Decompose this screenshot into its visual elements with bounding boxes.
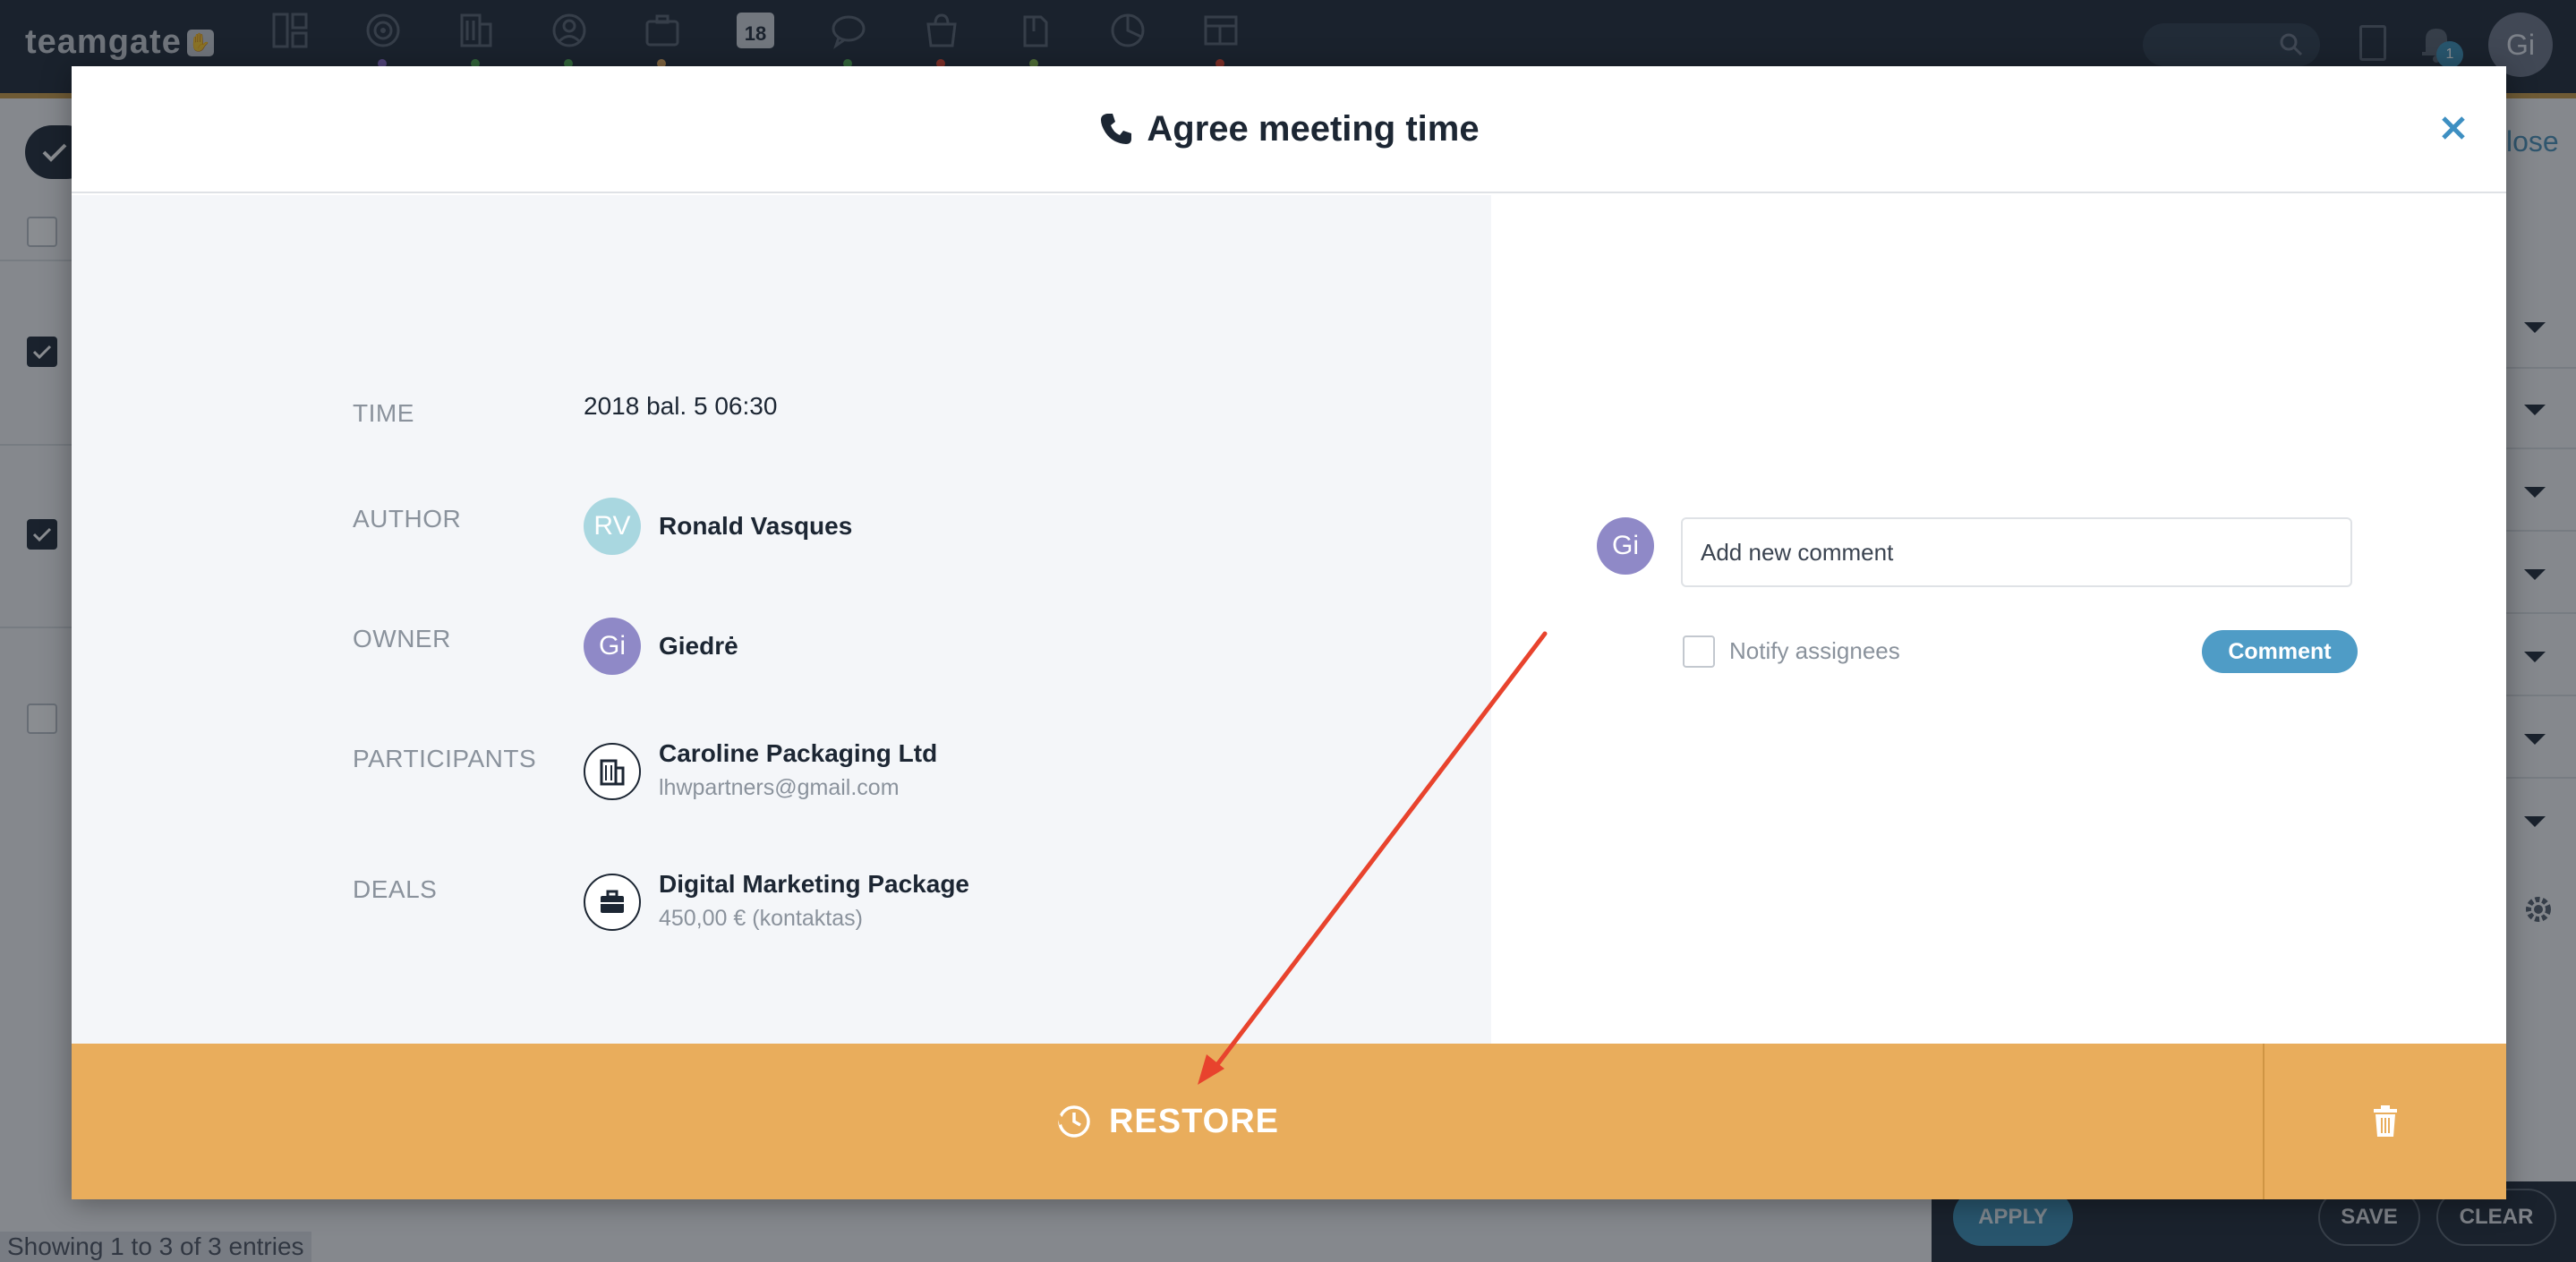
deals-label: DEALS (353, 875, 438, 903)
company-building-icon (584, 743, 641, 800)
participant-company-name[interactable]: Caroline Packaging Ltd (659, 739, 937, 768)
phone-icon (1101, 114, 1132, 144)
activity-details-panel: TIME 2018 bal. 5 06:30 AUTHOR RV Ronald … (72, 195, 1491, 1044)
comment-button[interactable]: Comment (2202, 630, 2358, 673)
owner-label: OWNER (353, 625, 451, 652)
deal-amount: 450,00 € (kontaktas) (659, 906, 863, 931)
comments-panel: Gi Notify assignees Comment (1491, 195, 2506, 1044)
deal-briefcase-icon (584, 874, 641, 931)
notify-assignees-checkbox[interactable] (1683, 635, 1715, 668)
time-value: 2018 bal. 5 06:30 (584, 392, 778, 420)
delete-button[interactable] (2265, 1044, 2506, 1199)
author-name[interactable]: Ronald Vasques (659, 512, 852, 541)
author-label: AUTHOR (353, 505, 462, 533)
notify-assignees-label[interactable]: Notify assignees (1729, 637, 1900, 665)
time-label: TIME (353, 399, 414, 427)
comment-input[interactable] (1681, 517, 2352, 587)
participants-label: PARTICIPANTS (353, 745, 537, 772)
modal-title: Agree meeting time (1147, 108, 1480, 149)
restore-button[interactable]: RESTORE (72, 1044, 2263, 1199)
clock-restore-icon (1057, 1105, 1090, 1138)
participant-email[interactable]: lhwpartners@gmail.com (659, 775, 900, 801)
close-icon (2442, 116, 2465, 140)
trash-icon (2374, 1105, 2397, 1137)
close-button[interactable] (2433, 107, 2474, 149)
activity-modal: Agree meeting time TIME 2018 bal. 5 06:3… (72, 66, 2506, 1199)
owner-avatar[interactable]: Gi (584, 618, 641, 675)
owner-name[interactable]: Giedrė (659, 632, 738, 661)
modal-title-group: Agree meeting time (1098, 108, 1480, 149)
modal-footer: RESTORE (72, 1044, 2506, 1199)
modal-header: Agree meeting time (72, 66, 2506, 193)
deal-name[interactable]: Digital Marketing Package (659, 870, 969, 899)
author-avatar[interactable]: RV (584, 498, 641, 555)
commenter-avatar: Gi (1597, 517, 1654, 575)
restore-label: RESTORE (1108, 1102, 1279, 1140)
